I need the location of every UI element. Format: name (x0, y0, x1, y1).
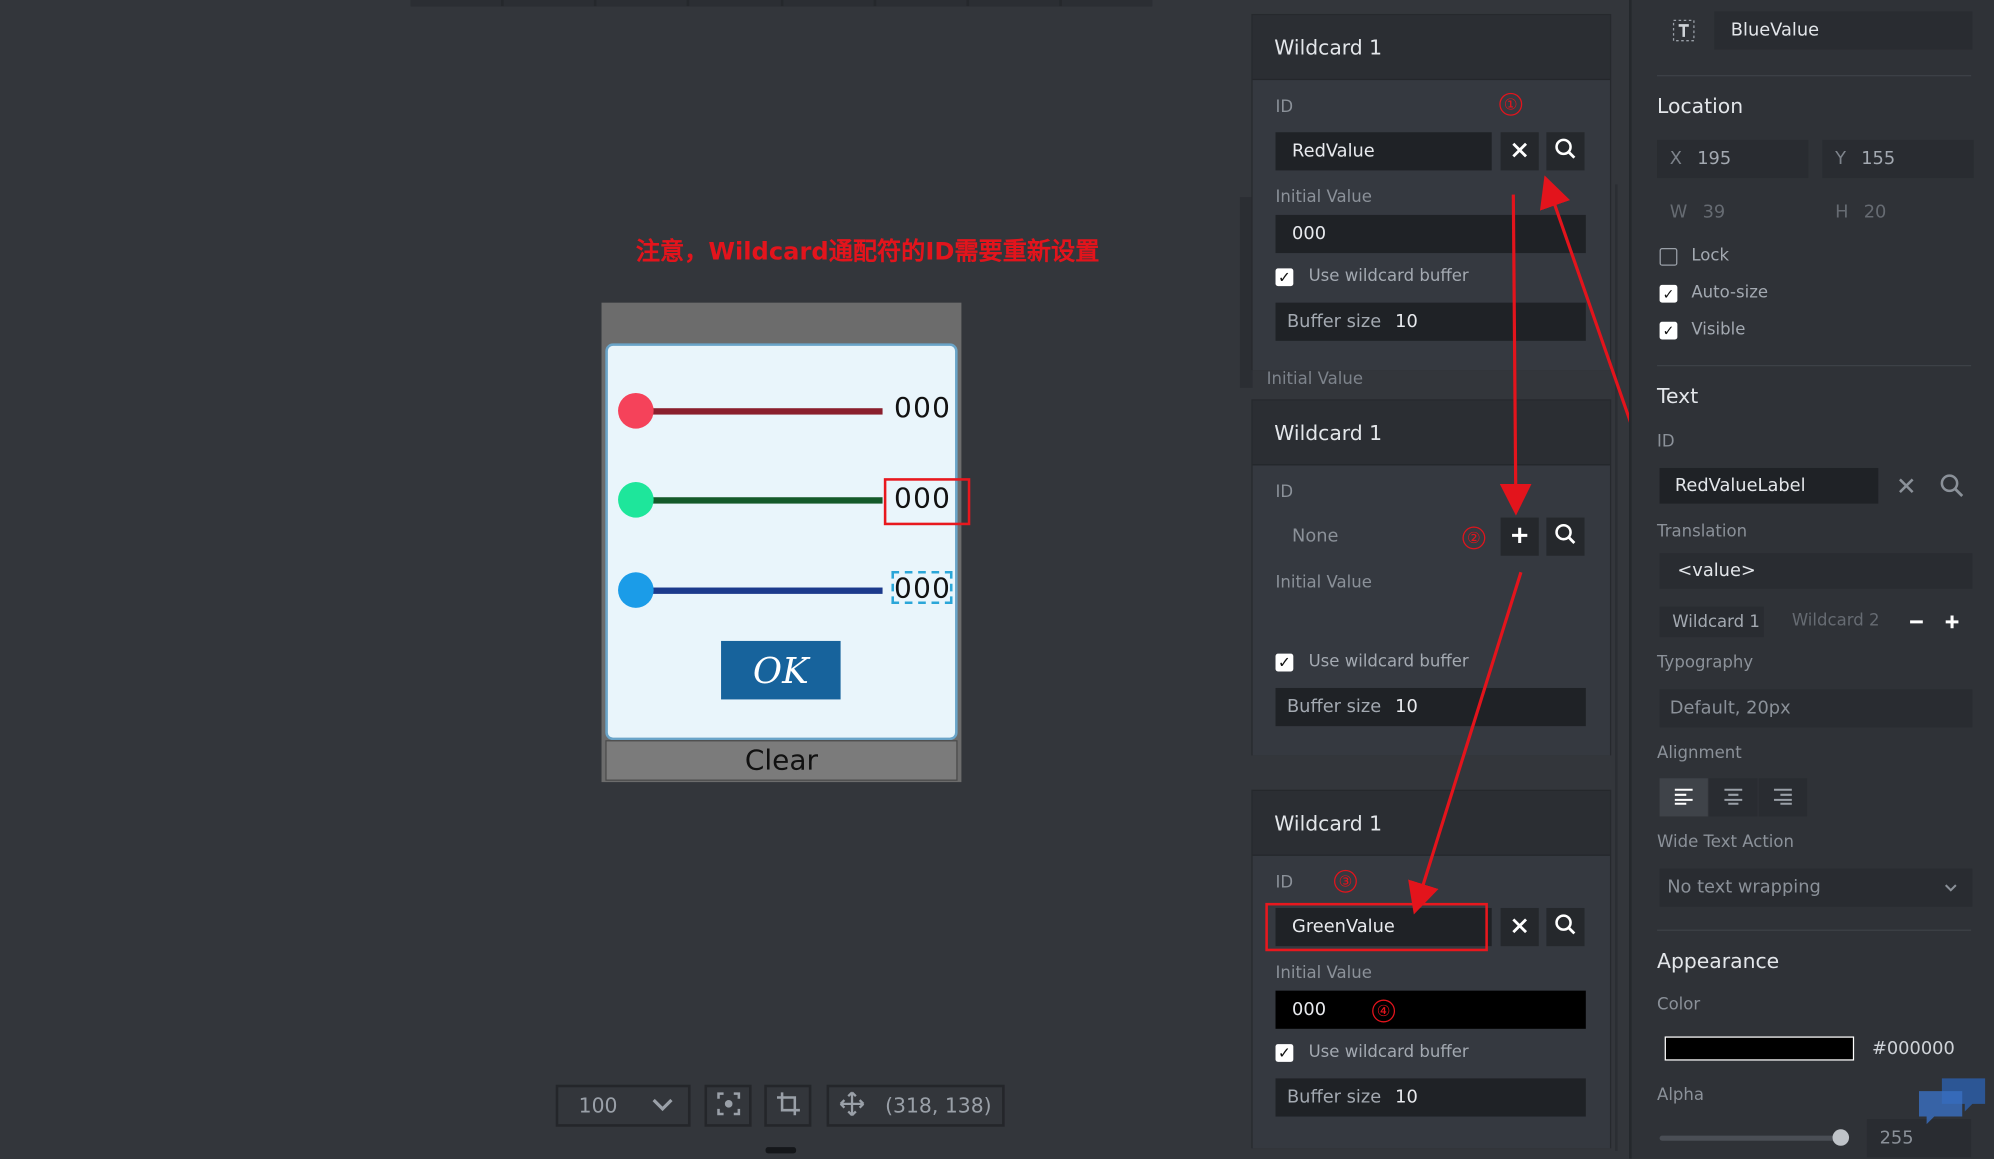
autosize-label: Auto-size (1691, 283, 1769, 303)
text-title: Text (1657, 384, 1699, 409)
wide-text-value: No text wrapping (1667, 877, 1821, 898)
h-field: H 20 (1822, 193, 1973, 231)
align-right-icon (1773, 785, 1793, 809)
typography-label: Typography (1657, 653, 1754, 673)
color-swatch[interactable] (1664, 1036, 1855, 1061)
divider (1657, 75, 1972, 77)
w-field: W 39 (1657, 193, 1808, 231)
y-label: Y (1835, 148, 1846, 170)
visible-label: Visible (1691, 320, 1746, 340)
translation-input[interactable]: <value> (1659, 553, 1973, 589)
align-center-button[interactable] (1709, 778, 1758, 817)
wildcard-2-tab[interactable]: Wildcard 2 (1792, 612, 1880, 631)
alpha-slider-knob[interactable] (1832, 1129, 1850, 1146)
align-left-icon (1674, 785, 1694, 809)
w-value: 39 (1702, 202, 1726, 223)
align-left-button[interactable] (1659, 778, 1708, 817)
text-type-icon (1672, 19, 1695, 47)
divider (1657, 364, 1972, 367)
text-id-label: ID (1657, 432, 1675, 452)
search-icon[interactable] (1939, 473, 1964, 504)
divider (1657, 929, 1972, 931)
typography-select[interactable]: Default, 20px (1659, 689, 1973, 728)
minus-icon (1909, 609, 1924, 636)
visible-checkbox[interactable]: ✓ (1659, 321, 1678, 340)
x-label: X (1669, 148, 1682, 170)
properties-panel: BlueValue Location X 195 Y 155 W 39 H 20… (1629, 0, 1994, 1159)
lock-label: Lock (1691, 246, 1730, 266)
wide-text-label: Wide Text Action (1657, 832, 1794, 853)
h-label: H (1835, 202, 1849, 223)
text-id-input[interactable]: RedValueLabel (1659, 467, 1879, 504)
align-right-button[interactable] (1758, 778, 1808, 817)
wildcard-1-tab[interactable]: Wildcard 1 (1659, 606, 1764, 638)
translation-label: Translation (1657, 522, 1748, 542)
y-value: 155 (1861, 148, 1896, 170)
x-field[interactable]: X 195 (1657, 139, 1809, 179)
appearance-title: Appearance (1657, 948, 1780, 973)
clear-text-id-icon[interactable] (1896, 476, 1916, 501)
color-hex-value[interactable]: #000000 (1872, 1039, 1955, 1059)
h-value: 20 (1863, 202, 1887, 223)
remove-wildcard-button[interactable] (1901, 607, 1932, 638)
alignment-label: Alignment (1657, 743, 1742, 764)
y-field[interactable]: Y 155 (1822, 139, 1974, 179)
wide-text-select[interactable]: No text wrapping (1659, 868, 1973, 907)
chevron-down-icon (1944, 877, 1957, 897)
plus-icon (1944, 609, 1959, 636)
align-center-icon (1723, 785, 1743, 809)
w-label: W (1669, 202, 1688, 223)
autosize-checkbox[interactable]: ✓ (1659, 284, 1678, 303)
color-label: Color (1657, 995, 1701, 1015)
chat-bubble-icon[interactable] (1916, 1073, 1990, 1131)
lock-checkbox[interactable] (1659, 247, 1678, 266)
alpha-label: Alpha (1657, 1086, 1705, 1106)
alpha-slider-track[interactable] (1659, 1135, 1848, 1141)
add-wildcard-button[interactable] (1937, 607, 1968, 638)
x-value: 195 (1697, 148, 1732, 170)
widget-name-input[interactable]: BlueValue (1714, 11, 1973, 50)
location-title: Location (1657, 94, 1744, 119)
